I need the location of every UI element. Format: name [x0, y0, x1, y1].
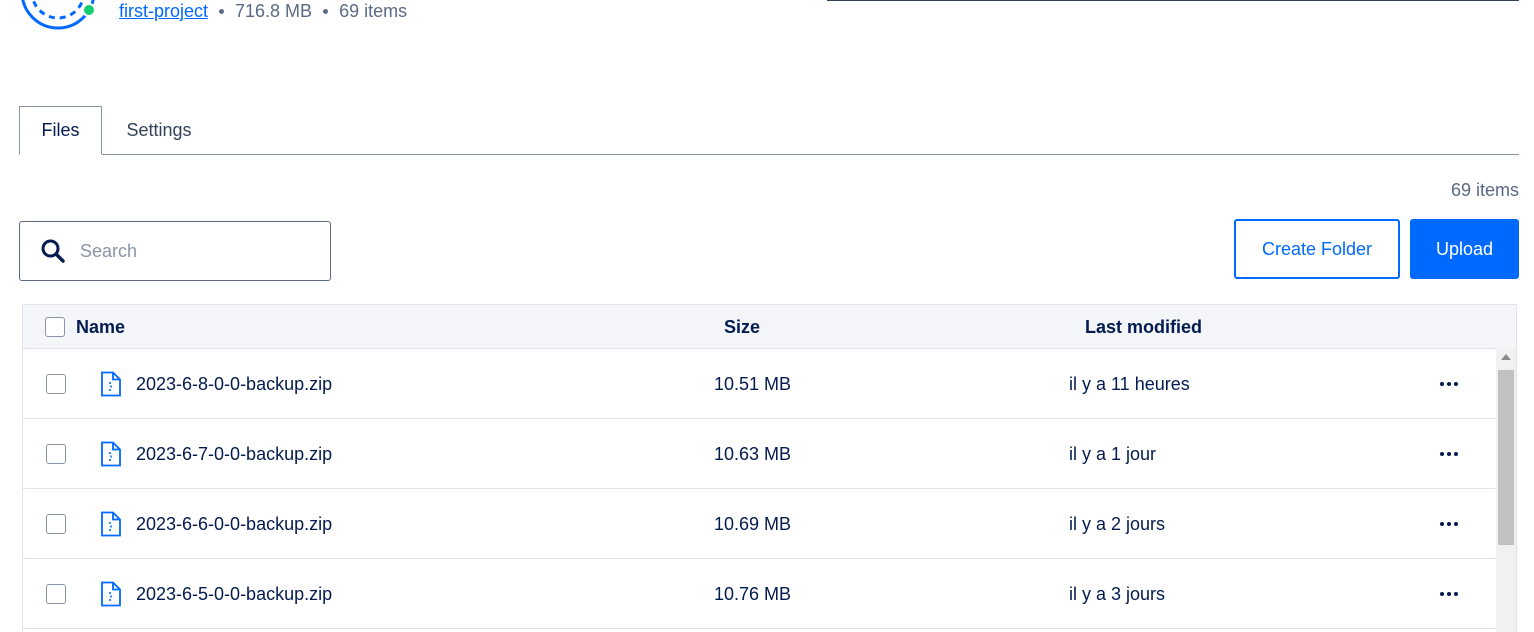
file-icon-cell [100, 559, 122, 629]
file-last-modified: il y a 2 jours [1069, 513, 1166, 534]
header-divider [827, 0, 1519, 1]
file-size: 10.51 MB [714, 373, 792, 394]
file-zip-icon [101, 511, 121, 537]
tab-settings[interactable]: Settings [102, 106, 216, 155]
table-row[interactable]: 2023-6-6-0-0-backup.zip 10.69 MB il y a … [23, 489, 1516, 559]
file-name[interactable]: 2023-6-7-0-0-backup.zip [136, 419, 332, 489]
file-count-label: 69 items [1450, 180, 1519, 200]
row-more-button[interactable] [1436, 349, 1462, 419]
more-options-icon [1440, 522, 1458, 526]
file-zip-icon [101, 581, 121, 607]
file-last-modified: il y a 11 heures [1069, 373, 1190, 394]
column-header-size[interactable]: Size [724, 305, 760, 349]
file-zip-icon [101, 371, 121, 397]
file-name[interactable]: 2023-6-6-0-0-backup.zip [136, 489, 332, 559]
file-size: 10.76 MB [714, 583, 792, 604]
row-more-button[interactable] [1436, 419, 1462, 489]
row-checkbox[interactable] [46, 584, 66, 604]
table-scrollbar[interactable] [1496, 348, 1516, 632]
scroll-up-arrow-icon[interactable] [1501, 354, 1511, 360]
file-size: 10.63 MB [714, 443, 792, 464]
column-header-name[interactable]: Name [76, 305, 125, 349]
table-header: Name Size Last modified [23, 305, 1516, 349]
files-table: Name Size Last modified 2023-6-8-0-0-bac… [22, 304, 1517, 632]
file-icon-cell [100, 489, 122, 559]
row-checkbox[interactable] [46, 514, 66, 534]
file-size: 10.69 MB [714, 513, 792, 534]
online-status-dot [82, 3, 96, 17]
search-field[interactable] [19, 221, 331, 281]
create-folder-button[interactable]: Create Folder [1234, 219, 1400, 279]
project-size: 716.8 MB [235, 0, 313, 21]
project-item-count: 69 items [339, 0, 408, 21]
file-zip-icon [101, 441, 121, 467]
file-last-modified: il y a 3 jours [1069, 583, 1166, 604]
select-all-cell [45, 305, 65, 349]
more-options-icon [1440, 592, 1458, 596]
file-name[interactable]: 2023-6-8-0-0-backup.zip [136, 349, 332, 419]
file-name[interactable]: 2023-6-5-0-0-backup.zip [136, 559, 332, 629]
search-icon [41, 239, 65, 263]
file-icon-cell [100, 349, 122, 419]
separator-dot [323, 8, 329, 14]
row-checkbox[interactable] [46, 444, 66, 464]
tab-bar: Files Settings [19, 106, 1519, 155]
table-row[interactable]: 2023-6-7-0-0-backup.zip 10.63 MB il y a … [23, 419, 1516, 489]
row-more-button[interactable] [1436, 559, 1462, 629]
table-row[interactable]: 2023-6-5-0-0-backup.zip 10.76 MB il y a … [23, 559, 1516, 629]
search-input[interactable] [80, 240, 300, 262]
file-last-modified: il y a 1 jour [1069, 443, 1157, 464]
table-body: 2023-6-8-0-0-backup.zip 10.51 MB il y a … [23, 349, 1516, 629]
row-select-cell [46, 559, 66, 629]
more-options-icon [1440, 382, 1458, 386]
row-select-cell [46, 349, 66, 419]
row-checkbox[interactable] [46, 374, 66, 394]
row-more-button[interactable] [1436, 489, 1462, 559]
select-all-checkbox[interactable] [45, 317, 65, 337]
upload-button[interactable]: Upload [1410, 219, 1519, 279]
project-link[interactable]: first-project [119, 1, 208, 22]
more-options-icon [1440, 452, 1458, 456]
separator-dot [219, 8, 225, 14]
project-meta: first-project 716.8 MB 69 items [119, 0, 407, 22]
file-icon-cell [100, 419, 122, 489]
row-select-cell [46, 419, 66, 489]
table-row[interactable]: 2023-6-8-0-0-backup.zip 10.51 MB il y a … [23, 349, 1516, 419]
scrollbar-thumb[interactable] [1498, 370, 1514, 545]
column-header-last-modified[interactable]: Last modified [1085, 305, 1202, 349]
tab-files[interactable]: Files [19, 106, 102, 155]
row-select-cell [46, 489, 66, 559]
